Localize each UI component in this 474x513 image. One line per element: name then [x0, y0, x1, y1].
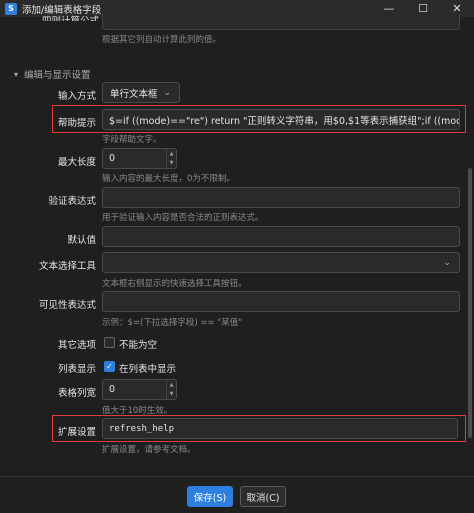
- scrollbar[interactable]: [468, 18, 472, 474]
- show-in-list-label[interactable]: 在列表中显示: [119, 361, 176, 375]
- column-width-value: 0: [109, 384, 116, 395]
- chevron-up-icon[interactable]: ▲: [167, 380, 176, 390]
- visibility-input[interactable]: [102, 291, 460, 312]
- input-mode-select[interactable]: 单行文本框 ⌄: [102, 82, 180, 103]
- dialog-footer: 保存(S) 取消(C): [0, 476, 474, 513]
- extension-label: 扩展设置: [57, 427, 96, 438]
- chevron-down-icon[interactable]: ▼: [167, 390, 176, 400]
- validation-label: 验证表达式: [48, 196, 96, 207]
- max-length-label: 最大长度: [57, 157, 96, 168]
- help-hint-value: $=if ((mode)=="re") return "正则转义字符串，用$0,…: [109, 115, 460, 127]
- formula-hint: 根据其它列自动计算此列的值。: [102, 35, 222, 45]
- extension-value: refresh_help: [109, 423, 175, 434]
- text-tools-select[interactable]: ⌄: [102, 252, 460, 273]
- max-length-stepper[interactable]: ▲ ▼: [166, 149, 176, 168]
- formula-field[interactable]: [102, 14, 460, 30]
- text-tools-hint: 文本框右侧显示的快速选择工具按钮。: [102, 279, 247, 289]
- check-icon: ✓: [106, 362, 113, 371]
- input-mode-value: 单行文本框: [110, 88, 158, 100]
- validation-input[interactable]: [102, 187, 460, 208]
- show-in-list-checkbox[interactable]: ✓: [104, 361, 115, 372]
- column-width-hint: 值大于10时生效。: [102, 406, 173, 416]
- text-tools-label: 文本选择工具: [38, 261, 96, 272]
- scrollbar-thumb[interactable]: [468, 168, 472, 438]
- save-button[interactable]: 保存(S): [187, 486, 233, 507]
- required-checkbox-label[interactable]: 不能为空: [119, 337, 157, 351]
- validation-hint: 用于验证输入内容是否合法的正则表达式。: [102, 213, 264, 223]
- visibility-label: 可见性表达式: [38, 300, 96, 311]
- extension-hint: 扩展设置，请参考文档。: [102, 445, 196, 455]
- help-hint-hint: 字段帮助文字。: [102, 135, 162, 145]
- list-display-label: 列表显示: [57, 364, 96, 375]
- default-value-label: 默认值: [67, 235, 96, 246]
- formula-label: 四则计算公式: [42, 13, 99, 21]
- chevron-down-icon: ⌄: [443, 257, 451, 268]
- section-header[interactable]: ▾ 编辑与显示设置: [14, 67, 91, 82]
- app-icon: S: [5, 2, 17, 15]
- cancel-button[interactable]: 取消(C): [240, 486, 286, 507]
- max-length-hint: 输入内容的最大长度，0为不限制。: [102, 174, 235, 184]
- extension-input[interactable]: refresh_help: [102, 418, 458, 439]
- column-width-stepper[interactable]: ▲ ▼: [166, 380, 176, 399]
- chevron-up-icon[interactable]: ▲: [167, 149, 176, 159]
- max-length-input[interactable]: 0 ▲ ▼: [102, 148, 177, 169]
- required-checkbox[interactable]: [104, 337, 115, 348]
- max-length-value: 0: [109, 153, 116, 164]
- visibility-hint: 示例：$=(下拉选择字段) == "某值": [102, 318, 243, 328]
- chevron-down-icon[interactable]: ▼: [167, 159, 176, 169]
- section-title: 编辑与显示设置: [24, 70, 91, 81]
- chevron-down-icon: ▾: [14, 69, 19, 79]
- other-options-label: 其它选项: [57, 340, 96, 351]
- input-mode-label: 输入方式: [57, 91, 96, 102]
- help-hint-label: 帮助提示: [57, 118, 96, 129]
- help-hint-input[interactable]: $=if ((mode)=="re") return "正则转义字符串，用$0,…: [102, 109, 460, 130]
- column-width-input[interactable]: 0 ▲ ▼: [102, 379, 177, 400]
- chevron-down-icon: ⌄: [163, 87, 171, 98]
- column-width-label: 表格列宽: [57, 388, 96, 399]
- default-value-input[interactable]: [102, 226, 460, 247]
